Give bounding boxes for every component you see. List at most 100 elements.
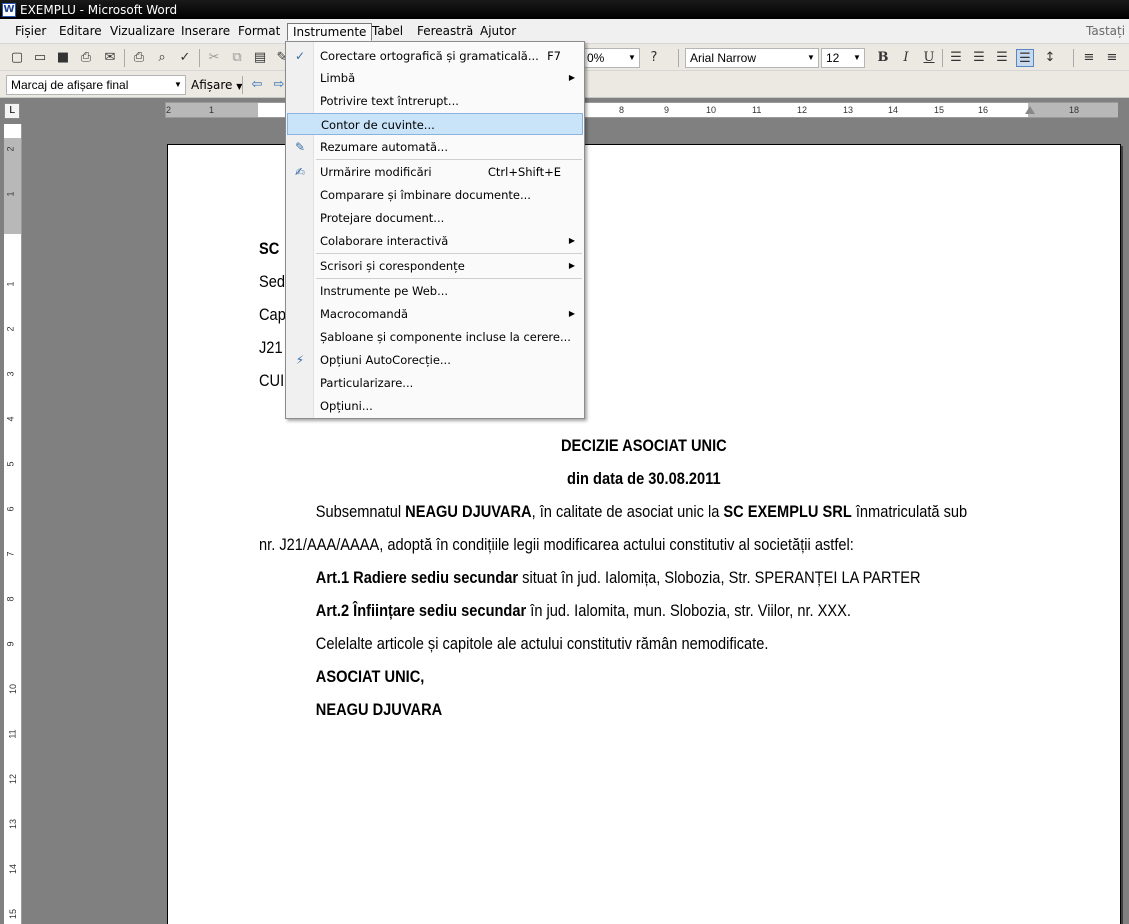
menu-item-online-collaboration[interactable]: Colaborare interactivă ▶ bbox=[287, 230, 583, 252]
article-text: în jud. Ialomita, mun. Slobozia, str. Vi… bbox=[526, 601, 851, 620]
permission-icon[interactable]: ⎙ bbox=[77, 49, 95, 67]
align-left-icon[interactable]: ☰ bbox=[947, 49, 965, 67]
chevron-down-icon: ▼ bbox=[628, 53, 636, 62]
document-date: din data de 30.08.2011 bbox=[567, 469, 721, 488]
save-icon[interactable]: ■ bbox=[54, 49, 72, 67]
menu-format[interactable]: Format bbox=[233, 23, 285, 41]
italic-button[interactable]: I bbox=[897, 49, 915, 67]
menu-item-fix-broken-text[interactable]: Potrivire text întrerupt... bbox=[287, 90, 583, 112]
line-spacing-icon[interactable]: ↕ bbox=[1041, 49, 1059, 67]
open-folder-icon[interactable]: ▭ bbox=[31, 49, 49, 67]
previous-change-icon[interactable]: ⇦ bbox=[248, 76, 266, 94]
track-changes-icon: ✍ bbox=[294, 165, 306, 179]
menu-item-label: Particularizare... bbox=[320, 376, 414, 390]
ruler-number: 14 bbox=[888, 105, 899, 115]
menu-help[interactable]: Ajutor bbox=[475, 23, 521, 41]
toolbar-separator bbox=[199, 49, 200, 67]
word-app-icon[interactable]: W bbox=[2, 2, 16, 17]
menu-item-label: Limbă bbox=[320, 71, 356, 85]
chevron-down-icon: ▼ bbox=[853, 53, 861, 62]
ruler-number: 2 bbox=[5, 146, 16, 152]
right-indent-marker[interactable] bbox=[1025, 106, 1035, 114]
submenu-arrow-icon: ▶ bbox=[568, 236, 575, 245]
window-title: EXEMPLU - Microsoft Word bbox=[20, 2, 178, 17]
menu-item-macro[interactable]: Macrocomandă ▶ bbox=[287, 303, 583, 325]
spelling-icon[interactable]: ✓ bbox=[176, 49, 194, 67]
show-menu-button[interactable]: Afișare ▼ bbox=[191, 76, 242, 96]
ruler-number: 2 bbox=[5, 326, 16, 332]
toolbar-separator bbox=[678, 49, 679, 67]
ruler-number: 4 bbox=[5, 416, 16, 422]
ruler-number: 15 bbox=[934, 105, 945, 115]
menu-table[interactable]: Tabel bbox=[367, 23, 408, 41]
menu-item-shortcut: F7 bbox=[547, 49, 561, 63]
zoom-value: 0% bbox=[587, 51, 605, 65]
underline-button[interactable]: U bbox=[920, 49, 938, 67]
menu-item-label: Corectare ortografică și gramaticală... bbox=[320, 49, 539, 63]
menu-item-options[interactable]: Opțiuni... bbox=[287, 395, 583, 417]
menu-item-compare-merge[interactable]: Comparare și îmbinare documente... bbox=[287, 184, 583, 206]
menu-file[interactable]: Fișier bbox=[10, 23, 51, 41]
title-bar: W EXEMPLU - Microsoft Word bbox=[0, 0, 1129, 19]
document-title: DECIZIE ASOCIAT UNIC bbox=[560, 436, 727, 455]
menu-item-letters-mailings[interactable]: Scrisori și corespondențe ▶ bbox=[287, 255, 583, 277]
cut-icon[interactable]: ✂ bbox=[205, 49, 223, 67]
email-icon[interactable]: ✉ bbox=[101, 49, 119, 67]
ruler-number: 8 bbox=[5, 596, 16, 602]
print-preview-icon[interactable]: ⌕ bbox=[153, 49, 171, 67]
vertical-ruler[interactable]: 2 1 1 2 3 4 5 6 7 8 9 10 11 12 13 14 15 bbox=[4, 124, 22, 924]
menu-item-language[interactable]: Limbă ▶ bbox=[287, 67, 583, 89]
menu-item-templates-addins[interactable]: Șabloane și componente incluse la cerere… bbox=[287, 326, 583, 348]
menu-item-track-changes[interactable]: ✍ Urmărire modificări Ctrl+Shift+E bbox=[287, 161, 583, 183]
menu-item-autosummarize[interactable]: ✎ Rezumare automată... bbox=[287, 136, 583, 158]
numbering-icon[interactable]: ≡ bbox=[1080, 49, 1098, 67]
menu-item-label: Rezumare automată... bbox=[320, 140, 448, 154]
signature-name: NEAGU DJUVARA bbox=[315, 700, 443, 719]
paste-icon[interactable]: ▤ bbox=[251, 49, 269, 67]
menu-edit[interactable]: Editare bbox=[54, 23, 107, 41]
font-name-combo[interactable]: Arial Narrow ▼ bbox=[685, 48, 819, 68]
menu-item-word-count[interactable]: Contor de cuvinte... bbox=[287, 113, 583, 135]
menu-view[interactable]: Vizualizare bbox=[105, 23, 180, 41]
ruler-number: 13 bbox=[8, 818, 19, 830]
ask-question-box[interactable]: Tastați o bbox=[1086, 24, 1129, 38]
submenu-arrow-icon: ▶ bbox=[568, 261, 575, 270]
copy-icon[interactable]: ⧉ bbox=[228, 49, 246, 67]
align-center-icon[interactable]: ☰ bbox=[970, 49, 988, 67]
article-label: Art.1 Radiere sediu secundar bbox=[315, 568, 519, 587]
help-icon[interactable]: ? bbox=[645, 49, 663, 67]
menu-item-autocorrect-options[interactable]: ⚡ Opțiuni AutoCorecție... bbox=[287, 349, 583, 371]
menu-insert[interactable]: Inserare bbox=[176, 23, 235, 41]
menu-item-protect-document[interactable]: Protejare document... bbox=[287, 207, 583, 229]
autocorrect-icon: ⚡ bbox=[295, 353, 305, 367]
zoom-combo[interactable]: 0% ▼ bbox=[582, 48, 640, 68]
align-right-icon[interactable]: ☰ bbox=[993, 49, 1011, 67]
menu-separator bbox=[316, 278, 582, 279]
ruler-number: 12 bbox=[797, 105, 808, 115]
print-icon[interactable]: ⎙ bbox=[130, 49, 148, 67]
font-size-combo[interactable]: 12 ▼ bbox=[821, 48, 865, 68]
menu-item-label: Macrocomandă bbox=[320, 307, 409, 321]
ruler-number: 11 bbox=[7, 729, 18, 739]
ruler-number: 18 bbox=[1069, 105, 1080, 115]
menu-window[interactable]: Fereastră bbox=[412, 23, 478, 41]
menu-item-label: Potrivire text întrerupt... bbox=[320, 94, 459, 108]
markup-mode-combo[interactable]: Marcaj de afișare final ▼ bbox=[6, 75, 186, 95]
ruler-number: 6 bbox=[5, 506, 16, 512]
menu-item-label: Scrisori și corespondențe bbox=[320, 259, 465, 273]
new-document-icon[interactable]: ▢ bbox=[8, 49, 26, 67]
header-line: Cap bbox=[259, 305, 286, 324]
menu-tools[interactable]: Instrumente bbox=[287, 23, 373, 41]
menu-item-customize[interactable]: Particularizare... bbox=[287, 372, 583, 394]
bullets-icon[interactable]: ≡ bbox=[1103, 49, 1121, 67]
ruler-number: 1 bbox=[5, 191, 16, 197]
menu-item-web-tools[interactable]: Instrumente pe Web... bbox=[287, 280, 583, 302]
top-margin-area bbox=[4, 138, 21, 234]
article-text: situat în jud. Ialomița, Slobozia, Str. … bbox=[518, 568, 921, 587]
tab-selector-icon[interactable]: L bbox=[4, 103, 20, 119]
menu-item-label: Opțiuni AutoCorecție... bbox=[320, 353, 451, 367]
font-name-value: Arial Narrow bbox=[690, 51, 757, 65]
menu-item-spelling-grammar[interactable]: ✓ Corectare ortografică și gramaticală..… bbox=[287, 45, 583, 67]
justify-icon[interactable]: ☰ bbox=[1016, 49, 1034, 67]
bold-button[interactable]: B bbox=[874, 49, 892, 67]
